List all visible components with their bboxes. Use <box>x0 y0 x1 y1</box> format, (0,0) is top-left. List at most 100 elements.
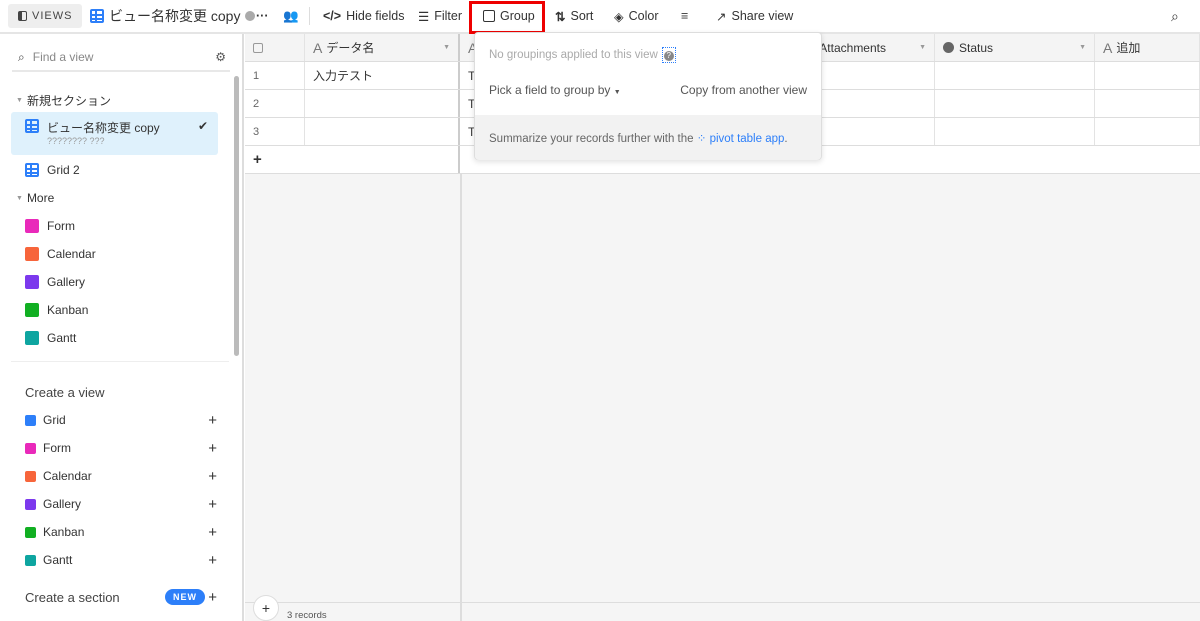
new-badge: NEW <box>165 589 205 605</box>
pivot-summary: Summarize your records further with the … <box>475 115 821 160</box>
grid-icon <box>25 163 39 177</box>
gear-icon[interactable]: ⚙ <box>215 50 226 64</box>
cell-name[interactable] <box>305 118 460 145</box>
create-kanban-button[interactable]: Kanban + <box>11 518 221 546</box>
pivot-app-icon: ⁘ <box>696 133 707 145</box>
sort-icon: ⇅ <box>555 9 566 24</box>
form-icon <box>25 442 36 454</box>
plus-icon: + <box>208 523 217 541</box>
more-options-icon[interactable]: ··· <box>256 0 269 32</box>
search-icon: ⌕ <box>18 49 25 64</box>
cell-add[interactable] <box>1095 118 1200 145</box>
cell-status[interactable] <box>935 90 1095 117</box>
copy-from-view-button[interactable]: Copy from another view <box>680 83 807 97</box>
create-section-button[interactable]: Create a section NEW + <box>11 583 221 611</box>
chevron-down-icon: ▼ <box>919 44 926 51</box>
info-icon <box>245 11 256 21</box>
chevron-down-icon: ▼ <box>443 44 450 51</box>
gantt-icon <box>25 554 36 566</box>
share-icon: ↗ <box>716 9 727 24</box>
section-header-more[interactable]: ▼ More <box>16 191 54 205</box>
create-grid-button[interactable]: Grid + <box>11 406 221 434</box>
record-count: 3 records <box>287 610 327 621</box>
color-button[interactable]: ◈ Color <box>614 0 659 32</box>
chevron-down-icon: ▼ <box>1079 44 1086 51</box>
plus-icon: + <box>208 551 217 569</box>
create-calendar-button[interactable]: Calendar + <box>11 462 221 490</box>
hide-fields-button[interactable]: </> Hide fields <box>323 0 404 32</box>
plus-icon: + <box>208 411 217 429</box>
search-icon[interactable]: ⌕ <box>1171 0 1179 32</box>
group-highlight <box>469 1 545 34</box>
gallery-icon <box>25 275 39 289</box>
add-record-button[interactable]: + <box>253 595 279 621</box>
views-toggle-button[interactable]: VIEWS <box>8 4 83 28</box>
paint-bucket-icon: ◈ <box>614 9 624 24</box>
sidebar-view-gantt[interactable]: Gantt <box>11 322 218 354</box>
create-gantt-button[interactable]: Gantt + <box>11 546 221 574</box>
grid-icon <box>25 414 36 426</box>
status-icon <box>943 42 954 53</box>
calendar-icon <box>25 247 39 261</box>
help-icon[interactable]: ? <box>661 47 676 63</box>
collaborators-icon[interactable]: 👥 <box>283 0 299 32</box>
view-name[interactable]: ビュー名称変更 copy <box>90 0 256 32</box>
cell-name[interactable]: 入力テスト <box>305 62 460 89</box>
chevron-down-icon: ▼ <box>613 89 621 96</box>
sidebar-icon <box>18 11 27 21</box>
find-view-input[interactable]: ⌕ Find a view ⚙ <box>12 44 230 72</box>
cell-status[interactable] <box>935 118 1095 145</box>
no-groupings-text: No groupings applied to this view? <box>489 47 676 63</box>
divider <box>309 7 310 25</box>
create-view-title: Create a view <box>25 385 105 400</box>
views-sidebar: ⌕ Find a view ⚙ ▼ 新規セクション ビュー名称変更 copy?????… <box>0 34 244 621</box>
grid-icon <box>90 9 104 23</box>
text-field-icon: A <box>1103 39 1113 56</box>
section-header-new[interactable]: ▼ 新規セクション <box>16 92 111 109</box>
divider <box>11 361 229 362</box>
sort-button[interactable]: ⇅ Sort <box>555 0 593 32</box>
sidebar-view-selected[interactable]: ビュー名称変更 copy???????? ??? ✔ <box>11 112 218 155</box>
check-icon: ✔ <box>197 119 208 133</box>
row-number: 3 <box>245 118 305 145</box>
calendar-icon <box>25 470 36 482</box>
frozen-divider <box>460 174 462 621</box>
kanban-icon <box>25 526 36 538</box>
kanban-icon <box>25 303 39 317</box>
sidebar-view-grid2[interactable]: Grid 2 <box>11 154 218 186</box>
plus-icon: + <box>208 467 217 485</box>
code-icon: </> <box>323 9 342 23</box>
create-gallery-button[interactable]: Gallery + <box>11 490 221 518</box>
pick-field-dropdown[interactable]: Pick a field to group by ▼ <box>489 83 621 97</box>
filter-button[interactable]: ☰ Filter <box>418 0 462 32</box>
share-view-button[interactable]: ↗ Share view <box>716 0 793 32</box>
gallery-icon <box>25 498 36 510</box>
form-icon <box>25 219 39 233</box>
column-header-add[interactable]: A 追加 <box>1095 34 1200 61</box>
select-all-checkbox[interactable] <box>245 34 305 61</box>
filter-icon: ☰ <box>418 9 430 24</box>
row-number: 1 <box>245 62 305 89</box>
grid-icon <box>25 119 39 133</box>
plus-icon: + <box>208 588 217 606</box>
text-field-icon: A <box>313 39 323 56</box>
plus-icon: + <box>208 495 217 513</box>
row-number: 2 <box>245 90 305 117</box>
plus-icon: + <box>208 439 217 457</box>
cell-name[interactable] <box>305 90 460 117</box>
collapse-icon: ▼ <box>16 194 23 202</box>
cell-add[interactable] <box>1095 62 1200 89</box>
attachments-header-visible: chments <box>840 34 886 61</box>
collapse-icon: ▼ <box>16 97 23 104</box>
cell-status[interactable] <box>935 62 1095 89</box>
create-form-button[interactable]: Form + <box>11 434 221 462</box>
column-header-name[interactable]: A データ名 ▼ <box>305 34 460 61</box>
toolbar: VIEWS ビュー名称変更 copy ··· 👥 </> Hide fields … <box>0 0 1200 34</box>
footer-divider <box>245 602 1200 603</box>
gantt-icon <box>25 331 39 345</box>
pivot-table-link[interactable]: pivot table app <box>710 133 785 145</box>
row-height-icon[interactable]: ≡ <box>681 0 688 32</box>
sidebar-scrollbar[interactable] <box>234 76 239 356</box>
cell-add[interactable] <box>1095 90 1200 117</box>
column-header-status[interactable]: Status ▼ <box>935 34 1095 61</box>
